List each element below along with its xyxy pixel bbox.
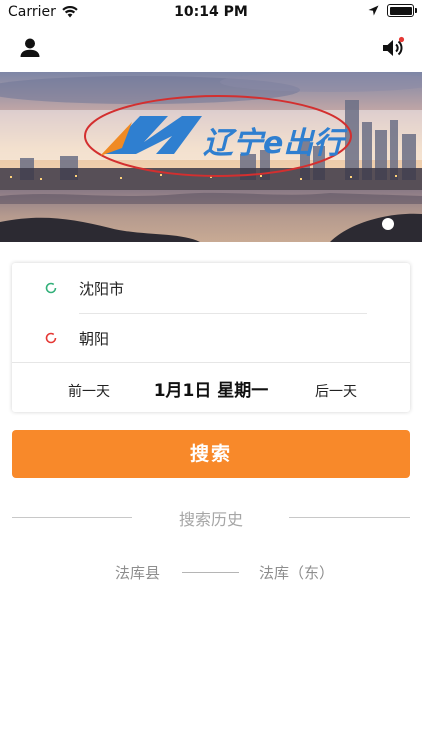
date-selector: 前一天 1月1日 星期一 后一天 (12, 363, 410, 412)
location-arrow-icon (368, 5, 379, 16)
notification-dot (398, 36, 405, 43)
history-route-line (182, 572, 239, 573)
destination-city: 朝阳 (79, 330, 110, 348)
user-icon[interactable] (17, 35, 43, 61)
battery-icon (387, 4, 417, 17)
history-item[interactable]: 法库县 法库（东） (0, 562, 422, 584)
search-history-title: 搜索历史 (178, 510, 243, 529)
next-day-button[interactable]: 后一天 (315, 381, 357, 401)
nav-bar (0, 26, 422, 72)
status-bar: Carrier 10:14 PM (0, 0, 422, 26)
route-card: 沈阳市 朝阳 前一天 1月1日 星期一 后一天 (12, 263, 410, 412)
departure-selector[interactable]: 沈阳市 (12, 263, 410, 313)
carousel-page-dot[interactable] (382, 218, 394, 230)
status-indicators (368, 4, 417, 17)
speaker-icon[interactable] (380, 35, 406, 61)
wifi-icon (62, 6, 78, 18)
carrier-info: Carrier (8, 4, 78, 20)
departure-city: 沈阳市 (79, 280, 125, 298)
departure-dot-icon (45, 282, 57, 294)
destination-dot-icon (45, 332, 57, 344)
search-history-header: 搜索历史 (0, 505, 422, 529)
history-divider-right (289, 517, 410, 518)
history-from: 法库县 (115, 564, 161, 582)
destination-selector[interactable]: 朝阳 (12, 313, 410, 363)
banner-carousel[interactable]: 辽宁e出行 (0, 72, 422, 242)
history-to: 法库（东） (259, 564, 335, 582)
search-button[interactable]: 搜索 (12, 430, 410, 478)
carrier-label: Carrier (8, 4, 56, 20)
logo-text: 辽宁e出行 (203, 126, 344, 161)
